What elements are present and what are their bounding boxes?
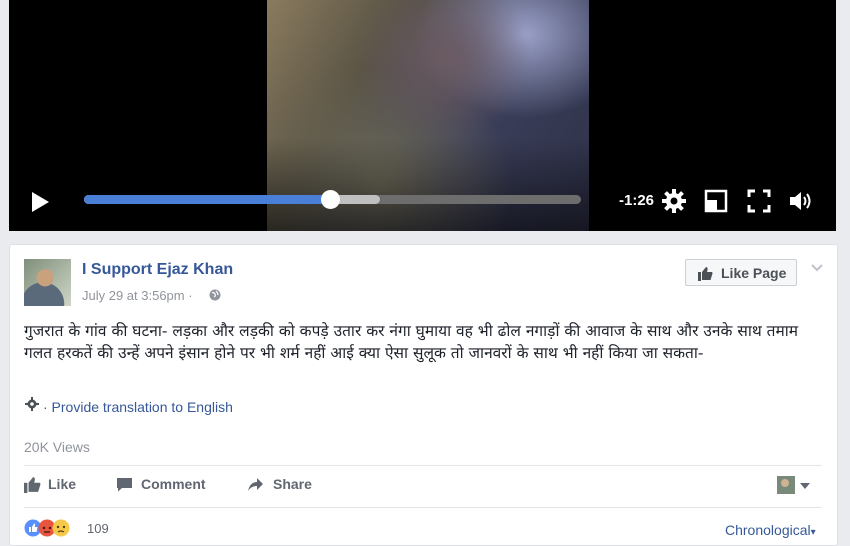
share-button[interactable]: Share (247, 474, 327, 496)
view-count[interactable]: 20K Views (24, 439, 90, 455)
time-remaining: -1:26 (619, 192, 655, 209)
globe-icon (209, 289, 221, 301)
caret-down-icon (800, 483, 810, 489)
page-name-link[interactable]: I Support Ejaz Khan (82, 261, 233, 279)
divider (24, 465, 822, 466)
video-player[interactable]: -1:26 (9, 0, 836, 231)
like-page-button[interactable]: Like Page (685, 259, 797, 286)
post-text: गुजरात के गांव की घटना- लड़का और लड़की क… (24, 322, 799, 362)
thumbs-up-icon (698, 267, 713, 281)
sad-reaction-icon (52, 519, 70, 537)
caret-down-icon: ▾ (810, 527, 816, 538)
post-as-selector[interactable] (776, 475, 816, 495)
like-label: Like (48, 476, 77, 492)
share-icon (248, 478, 263, 491)
share-label: Share (273, 476, 312, 492)
chevron-down-icon[interactable] (810, 261, 824, 275)
comment-icon (117, 478, 132, 492)
play-icon[interactable] (29, 190, 51, 214)
fullscreen-icon[interactable] (746, 188, 772, 214)
sort-label: Chronological (725, 522, 811, 538)
page-thumbnail-icon (777, 476, 795, 494)
translation-link[interactable]: · Provide translation to English (43, 399, 233, 415)
gear-icon (25, 397, 39, 411)
post-card: I Support Ejaz Khan July 29 at 3:56pm · … (9, 244, 838, 546)
volume-icon[interactable] (788, 188, 814, 214)
like-page-label: Like Page (721, 265, 787, 281)
progress-played (84, 195, 331, 204)
like-button[interactable]: Like (24, 474, 94, 496)
divider (24, 507, 822, 508)
settings-gear-icon[interactable] (661, 188, 687, 214)
comment-button[interactable]: Comment (116, 474, 226, 496)
comment-sort-dropdown[interactable]: Chronological▾ (725, 522, 816, 538)
reaction-count[interactable]: 109 (87, 521, 109, 536)
reaction-icons[interactable] (24, 519, 84, 539)
thumbs-up-icon (24, 477, 41, 493)
post-timestamp[interactable]: July 29 at 3:56pm · (82, 288, 193, 303)
progress-scrubber[interactable] (321, 190, 340, 209)
pop-out-player-icon[interactable] (703, 188, 729, 214)
comment-label: Comment (141, 476, 206, 492)
video-progress-bar[interactable] (84, 190, 581, 209)
page-avatar[interactable] (24, 259, 71, 306)
